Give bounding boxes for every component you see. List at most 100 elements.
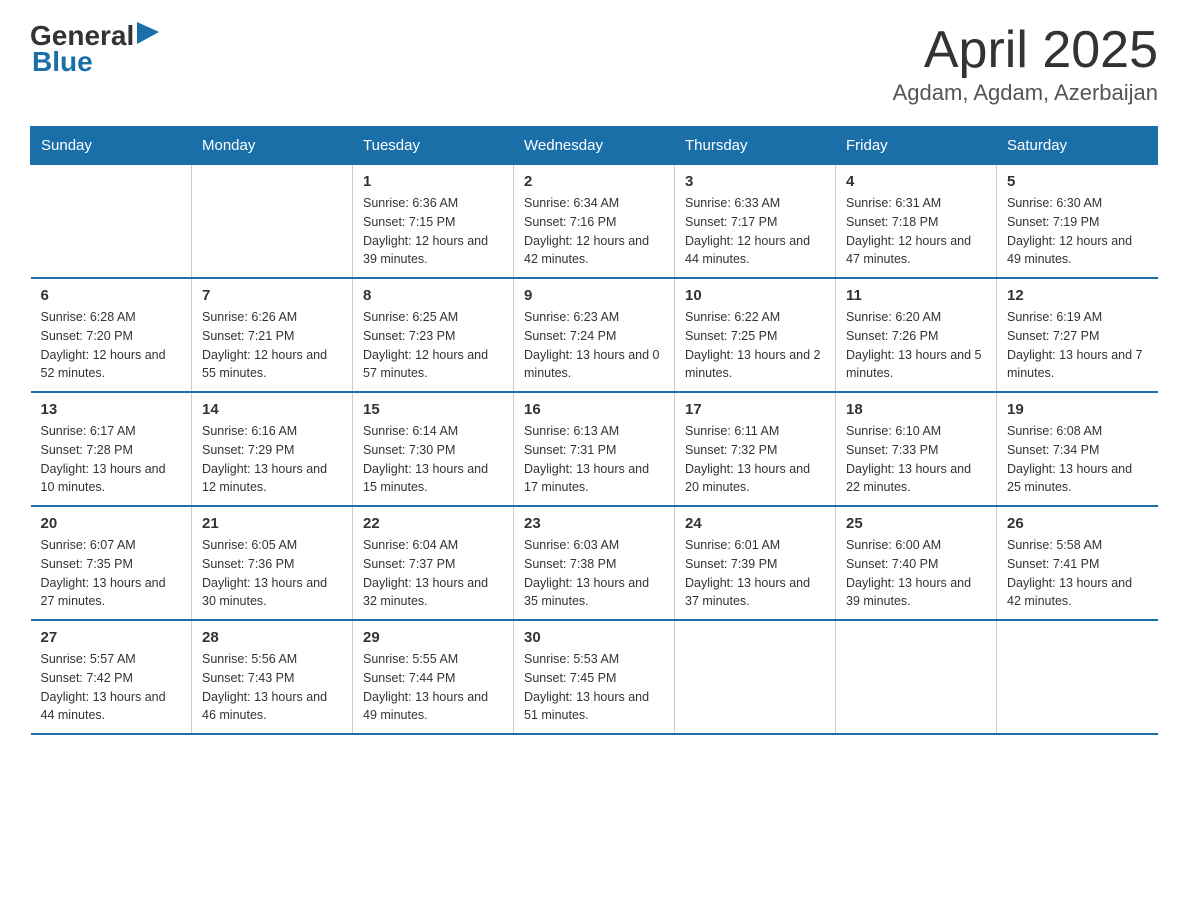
calendar-cell: 14 Sunrise: 6:16 AMSunset: 7:29 PMDayligh…: [192, 392, 353, 506]
day-number: 8: [363, 287, 503, 304]
title-area: April 2025 Agdam, Agdam, Azerbaijan: [893, 20, 1158, 106]
calendar-week-row: 13 Sunrise: 6:17 AMSunset: 7:28 PMDayligh…: [31, 392, 1158, 506]
day-info: Sunrise: 6:20 AMSunset: 7:26 PMDaylight:…: [846, 308, 986, 383]
day-number: 13: [41, 401, 182, 418]
day-number: 24: [685, 515, 825, 532]
calendar-cell: 3 Sunrise: 6:33 AMSunset: 7:17 PMDaylight…: [675, 165, 836, 279]
day-info: Sunrise: 6:01 AMSunset: 7:39 PMDaylight:…: [685, 536, 825, 611]
day-info: Sunrise: 6:03 AMSunset: 7:38 PMDaylight:…: [524, 536, 664, 611]
day-info: Sunrise: 6:23 AMSunset: 7:24 PMDaylight:…: [524, 308, 664, 383]
day-number: 3: [685, 173, 825, 190]
day-number: 2: [524, 173, 664, 190]
day-number: 18: [846, 401, 986, 418]
calendar-cell: 23 Sunrise: 6:03 AMSunset: 7:38 PMDayligh…: [514, 506, 675, 620]
weekday-header-sunday: Sunday: [31, 127, 192, 165]
day-info: Sunrise: 6:17 AMSunset: 7:28 PMDaylight:…: [41, 422, 182, 497]
day-info: Sunrise: 5:57 AMSunset: 7:42 PMDaylight:…: [41, 650, 182, 725]
day-number: 14: [202, 401, 342, 418]
day-info: Sunrise: 6:05 AMSunset: 7:36 PMDaylight:…: [202, 536, 342, 611]
day-number: 4: [846, 173, 986, 190]
day-number: 9: [524, 287, 664, 304]
day-number: 11: [846, 287, 986, 304]
logo: General Blue: [30, 20, 159, 78]
day-info: Sunrise: 6:04 AMSunset: 7:37 PMDaylight:…: [363, 536, 503, 611]
day-info: Sunrise: 6:30 AMSunset: 7:19 PMDaylight:…: [1007, 194, 1148, 269]
day-number: 19: [1007, 401, 1148, 418]
calendar-cell: 8Sunrise: 6:25 AMSunset: 7:23 PMDaylight…: [353, 278, 514, 392]
day-number: 10: [685, 287, 825, 304]
day-number: 17: [685, 401, 825, 418]
calendar-cell: 16 Sunrise: 6:13 AMSunset: 7:31 PMDayligh…: [514, 392, 675, 506]
calendar-cell: [675, 620, 836, 734]
day-info: Sunrise: 6:13 AMSunset: 7:31 PMDaylight:…: [524, 422, 664, 497]
calendar-week-row: 20Sunrise: 6:07 AMSunset: 7:35 PMDayligh…: [31, 506, 1158, 620]
day-number: 1: [363, 173, 503, 190]
day-info: Sunrise: 5:56 AMSunset: 7:43 PMDaylight:…: [202, 650, 342, 725]
day-number: 23: [524, 515, 664, 532]
day-info: Sunrise: 6:33 AMSunset: 7:17 PMDaylight:…: [685, 194, 825, 269]
calendar-cell: 12 Sunrise: 6:19 AMSunset: 7:27 PMDayligh…: [997, 278, 1158, 392]
day-info: Sunrise: 6:26 AMSunset: 7:21 PMDaylight:…: [202, 308, 342, 383]
calendar-cell: 9 Sunrise: 6:23 AMSunset: 7:24 PMDaylight…: [514, 278, 675, 392]
calendar-cell: 17 Sunrise: 6:11 AMSunset: 7:32 PMDayligh…: [675, 392, 836, 506]
weekday-header-thursday: Thursday: [675, 127, 836, 165]
calendar-header: SundayMondayTuesdayWednesdayThursdayFrid…: [31, 127, 1158, 165]
day-info: Sunrise: 6:19 AMSunset: 7:27 PMDaylight:…: [1007, 308, 1148, 383]
day-info: Sunrise: 6:16 AMSunset: 7:29 PMDaylight:…: [202, 422, 342, 497]
calendar-cell: 21Sunrise: 6:05 AMSunset: 7:36 PMDayligh…: [192, 506, 353, 620]
calendar-cell: 5 Sunrise: 6:30 AMSunset: 7:19 PMDaylight…: [997, 165, 1158, 279]
day-number: 22: [363, 515, 503, 532]
page-subtitle: Agdam, Agdam, Azerbaijan: [893, 80, 1158, 106]
calendar-cell: [31, 165, 192, 279]
calendar-cell: 30 Sunrise: 5:53 AMSunset: 7:45 PMDayligh…: [514, 620, 675, 734]
day-number: 28: [202, 629, 342, 646]
day-info: Sunrise: 6:34 AMSunset: 7:16 PMDaylight:…: [524, 194, 664, 269]
day-info: Sunrise: 6:28 AMSunset: 7:20 PMDaylight:…: [41, 308, 182, 383]
weekday-header-tuesday: Tuesday: [353, 127, 514, 165]
day-number: 5: [1007, 173, 1148, 190]
weekday-header-friday: Friday: [836, 127, 997, 165]
calendar-cell: 4Sunrise: 6:31 AMSunset: 7:18 PMDaylight…: [836, 165, 997, 279]
calendar-cell: 22 Sunrise: 6:04 AMSunset: 7:37 PMDayligh…: [353, 506, 514, 620]
calendar-cell: 10Sunrise: 6:22 AMSunset: 7:25 PMDayligh…: [675, 278, 836, 392]
day-info: Sunrise: 6:36 AMSunset: 7:15 PMDaylight:…: [363, 194, 503, 269]
calendar-cell: 26Sunrise: 5:58 AMSunset: 7:41 PMDayligh…: [997, 506, 1158, 620]
calendar-cell: 28 Sunrise: 5:56 AMSunset: 7:43 PMDayligh…: [192, 620, 353, 734]
day-number: 25: [846, 515, 986, 532]
calendar-cell: 6 Sunrise: 6:28 AMSunset: 7:20 PMDaylight…: [31, 278, 192, 392]
day-info: Sunrise: 6:11 AMSunset: 7:32 PMDaylight:…: [685, 422, 825, 497]
day-number: 6: [41, 287, 182, 304]
logo-arrow-icon: [137, 22, 159, 44]
calendar-body: 1 Sunrise: 6:36 AMSunset: 7:15 PMDaylight…: [31, 165, 1158, 735]
day-info: Sunrise: 6:10 AMSunset: 7:33 PMDaylight:…: [846, 422, 986, 497]
day-number: 26: [1007, 515, 1148, 532]
calendar-week-row: 1 Sunrise: 6:36 AMSunset: 7:15 PMDaylight…: [31, 165, 1158, 279]
calendar-cell: 29 Sunrise: 5:55 AMSunset: 7:44 PMDayligh…: [353, 620, 514, 734]
day-number: 27: [41, 629, 182, 646]
calendar-cell: 1 Sunrise: 6:36 AMSunset: 7:15 PMDaylight…: [353, 165, 514, 279]
calendar-cell: [836, 620, 997, 734]
calendar-week-row: 27 Sunrise: 5:57 AMSunset: 7:42 PMDayligh…: [31, 620, 1158, 734]
calendar-cell: 7 Sunrise: 6:26 AMSunset: 7:21 PMDaylight…: [192, 278, 353, 392]
calendar-cell: 2 Sunrise: 6:34 AMSunset: 7:16 PMDaylight…: [514, 165, 675, 279]
calendar-cell: 27 Sunrise: 5:57 AMSunset: 7:42 PMDayligh…: [31, 620, 192, 734]
day-number: 7: [202, 287, 342, 304]
calendar-cell: [192, 165, 353, 279]
day-info: Sunrise: 6:14 AMSunset: 7:30 PMDaylight:…: [363, 422, 503, 497]
weekday-header-saturday: Saturday: [997, 127, 1158, 165]
calendar-week-row: 6 Sunrise: 6:28 AMSunset: 7:20 PMDaylight…: [31, 278, 1158, 392]
calendar-cell: 25Sunrise: 6:00 AMSunset: 7:40 PMDayligh…: [836, 506, 997, 620]
day-number: 30: [524, 629, 664, 646]
weekday-header-wednesday: Wednesday: [514, 127, 675, 165]
day-info: Sunrise: 5:55 AMSunset: 7:44 PMDaylight:…: [363, 650, 503, 725]
calendar-cell: 18 Sunrise: 6:10 AMSunset: 7:33 PMDayligh…: [836, 392, 997, 506]
day-number: 12: [1007, 287, 1148, 304]
day-number: 29: [363, 629, 503, 646]
calendar-cell: 20Sunrise: 6:07 AMSunset: 7:35 PMDayligh…: [31, 506, 192, 620]
day-number: 16: [524, 401, 664, 418]
day-info: Sunrise: 5:53 AMSunset: 7:45 PMDaylight:…: [524, 650, 664, 725]
day-info: Sunrise: 6:08 AMSunset: 7:34 PMDaylight:…: [1007, 422, 1148, 497]
calendar-cell: 11 Sunrise: 6:20 AMSunset: 7:26 PMDayligh…: [836, 278, 997, 392]
logo-blue-text: Blue: [32, 46, 93, 78]
calendar-table: SundayMondayTuesdayWednesdayThursdayFrid…: [30, 126, 1158, 735]
